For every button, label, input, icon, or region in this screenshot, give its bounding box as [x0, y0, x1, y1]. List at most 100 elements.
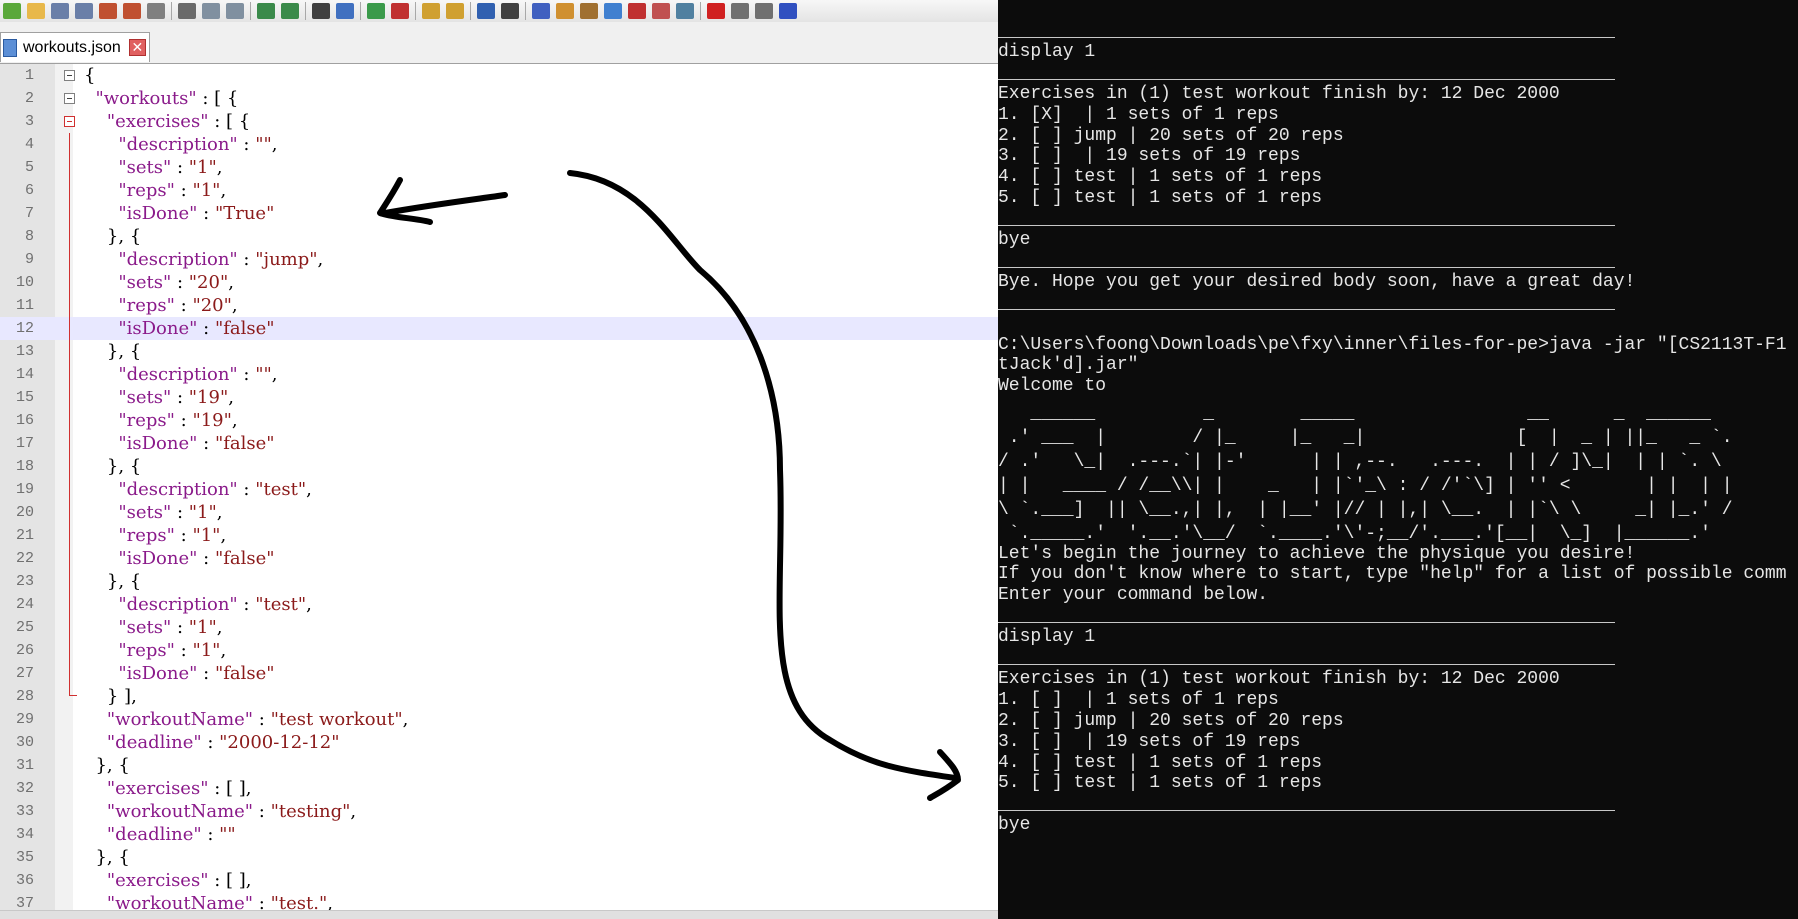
- terminal-separator: [998, 622, 1615, 624]
- toolbar-button-icon[interactable]: [779, 3, 797, 19]
- fold-toggle-icon[interactable]: [64, 70, 75, 81]
- code-line[interactable]: 33 "workoutName" : "testing",: [0, 800, 998, 823]
- code-line[interactable]: 25 "sets" : "1",: [0, 616, 998, 639]
- code-line[interactable]: 5 "sets" : "1",: [0, 156, 998, 179]
- ascii-banner: ______ _ _____ __ _ ______ .' ___ | / |_…: [998, 404, 1733, 544]
- code-line[interactable]: 14 "description" : "",: [0, 363, 998, 386]
- fold-guide: [69, 616, 70, 639]
- code-line[interactable]: 15 "sets" : "19",: [0, 386, 998, 409]
- line-number: 31: [15, 757, 34, 774]
- code-line[interactable]: 1{: [0, 64, 998, 87]
- line-number: 6: [24, 182, 34, 199]
- code-line[interactable]: 20 "sets" : "1",: [0, 501, 998, 524]
- code-line[interactable]: 21 "reps" : "1",: [0, 524, 998, 547]
- toolbar-button-icon[interactable]: [755, 3, 773, 19]
- toolbar-separator: [305, 2, 306, 20]
- code-line[interactable]: 12 "isDone" : "false": [0, 317, 998, 340]
- toolbar-button-icon[interactable]: [580, 3, 598, 19]
- horizontal-scrollbar[interactable]: [0, 910, 998, 919]
- toolbar-button-icon[interactable]: [226, 3, 244, 19]
- toolbar-button-icon[interactable]: [27, 3, 45, 19]
- code-line[interactable]: 31 }, {: [0, 754, 998, 777]
- fold-guide: [69, 409, 70, 432]
- code-line[interactable]: 2 "workouts" : [ {: [0, 87, 998, 110]
- toolbar-button-icon[interactable]: [75, 3, 93, 19]
- code-line[interactable]: 32 "exercises" : [ ],: [0, 777, 998, 800]
- code-line[interactable]: 18 }, {: [0, 455, 998, 478]
- toolbar-button-icon[interactable]: [391, 3, 409, 19]
- fold-toggle-icon[interactable]: [64, 93, 75, 104]
- toolbar-button-icon[interactable]: [3, 3, 21, 19]
- code-line[interactable]: 26 "reps" : "1",: [0, 639, 998, 662]
- code-line[interactable]: 17 "isDone" : "false": [0, 432, 998, 455]
- toolbar-button-icon[interactable]: [731, 3, 749, 19]
- toolbar-button-icon[interactable]: [501, 3, 519, 19]
- toolbar-button-icon[interactable]: [336, 3, 354, 19]
- close-icon[interactable]: ✕: [128, 39, 146, 56]
- toolbar-button-icon[interactable]: [123, 3, 141, 19]
- toolbar-button-icon[interactable]: [99, 3, 117, 19]
- code-line[interactable]: 7 "isDone" : "True": [0, 202, 998, 225]
- toolbar-button-icon[interactable]: [676, 3, 694, 19]
- toolbar-button-icon[interactable]: [707, 3, 725, 19]
- terminal-separator: [998, 266, 1615, 268]
- toolbar-button-icon[interactable]: [556, 3, 574, 19]
- code-line[interactable]: 22 "isDone" : "false": [0, 547, 998, 570]
- code-line[interactable]: 6 "reps" : "1",: [0, 179, 998, 202]
- fold-guide: [69, 432, 70, 455]
- toolbar-button-icon[interactable]: [312, 3, 330, 19]
- toolbar-button-icon[interactable]: [202, 3, 220, 19]
- code-line[interactable]: 16 "reps" : "19",: [0, 409, 998, 432]
- code-line[interactable]: 9 "description" : "jump",: [0, 248, 998, 271]
- toolbar-button-icon[interactable]: [51, 3, 69, 19]
- toolbar-button-icon[interactable]: [147, 3, 165, 19]
- toolbar-button-icon[interactable]: [652, 3, 670, 19]
- line-number: 22: [15, 550, 34, 567]
- code-line[interactable]: 34 "deadline" : "": [0, 823, 998, 846]
- code-text: "reps" : "1",: [118, 180, 227, 201]
- toolbar-button-icon[interactable]: [604, 3, 622, 19]
- terminal-separator: [998, 664, 1615, 665]
- code-line[interactable]: 10 "sets" : "20",: [0, 271, 998, 294]
- code-line[interactable]: 23 }, {: [0, 570, 998, 593]
- code-text: "reps" : "1",: [118, 525, 227, 546]
- line-number: 29: [15, 711, 34, 728]
- code-line[interactable]: 30 "deadline" : "2000-12-12": [0, 731, 998, 754]
- fold-guide: [69, 662, 70, 685]
- code-line[interactable]: 24 "description" : "test",: [0, 593, 998, 616]
- code-line[interactable]: 11 "reps" : "20",: [0, 294, 998, 317]
- terminal-window[interactable]: display 1 Exercises in (1) test workout f…: [998, 0, 1798, 919]
- code-text: {: [84, 65, 96, 86]
- toolbar-button-icon[interactable]: [281, 3, 299, 19]
- code-line[interactable]: 27 "isDone" : "false": [0, 662, 998, 685]
- toolbar-button-icon[interactable]: [257, 3, 275, 19]
- toolbar-button-icon[interactable]: [532, 3, 550, 19]
- tab-workouts-json[interactable]: workouts.json ✕: [0, 32, 150, 62]
- code-line[interactable]: 28 } ],: [0, 685, 998, 708]
- toolbar-button-icon[interactable]: [178, 3, 196, 19]
- code-line[interactable]: 13 }, {: [0, 340, 998, 363]
- code-line[interactable]: 35 }, {: [0, 846, 998, 869]
- line-number: 18: [15, 458, 34, 475]
- fold-guide: [69, 455, 70, 478]
- code-line[interactable]: 29 "workoutName" : "test workout",: [0, 708, 998, 731]
- line-number: 12: [15, 320, 34, 337]
- code-area[interactable]: 1{2 "workouts" : [ {3 "exercises" : [ {4…: [0, 64, 998, 915]
- code-line[interactable]: 19 "description" : "test",: [0, 478, 998, 501]
- toolbar-button-icon[interactable]: [477, 3, 495, 19]
- editor-window: workouts.json ✕ 1{2 "workouts" : [ {3 "e…: [0, 0, 998, 919]
- terminal-line: Enter your command below.: [998, 585, 1269, 606]
- code-line[interactable]: 3 "exercises" : [ {: [0, 110, 998, 133]
- code-line[interactable]: 8 }, {: [0, 225, 998, 248]
- code-line[interactable]: 4 "description" : "",: [0, 133, 998, 156]
- toolbar-button-icon[interactable]: [367, 3, 385, 19]
- toolbar-button-icon[interactable]: [446, 3, 464, 19]
- terminal-separator: [998, 225, 1615, 227]
- code-text: "sets" : "20",: [118, 272, 234, 293]
- line-number: 10: [15, 274, 34, 291]
- code-line[interactable]: 36 "exercises" : [ ],: [0, 869, 998, 892]
- toolbar-button-icon[interactable]: [628, 3, 646, 19]
- fold-toggle-icon[interactable]: [64, 116, 75, 127]
- toolbar-button-icon[interactable]: [422, 3, 440, 19]
- terminal-separator: [998, 810, 1615, 812]
